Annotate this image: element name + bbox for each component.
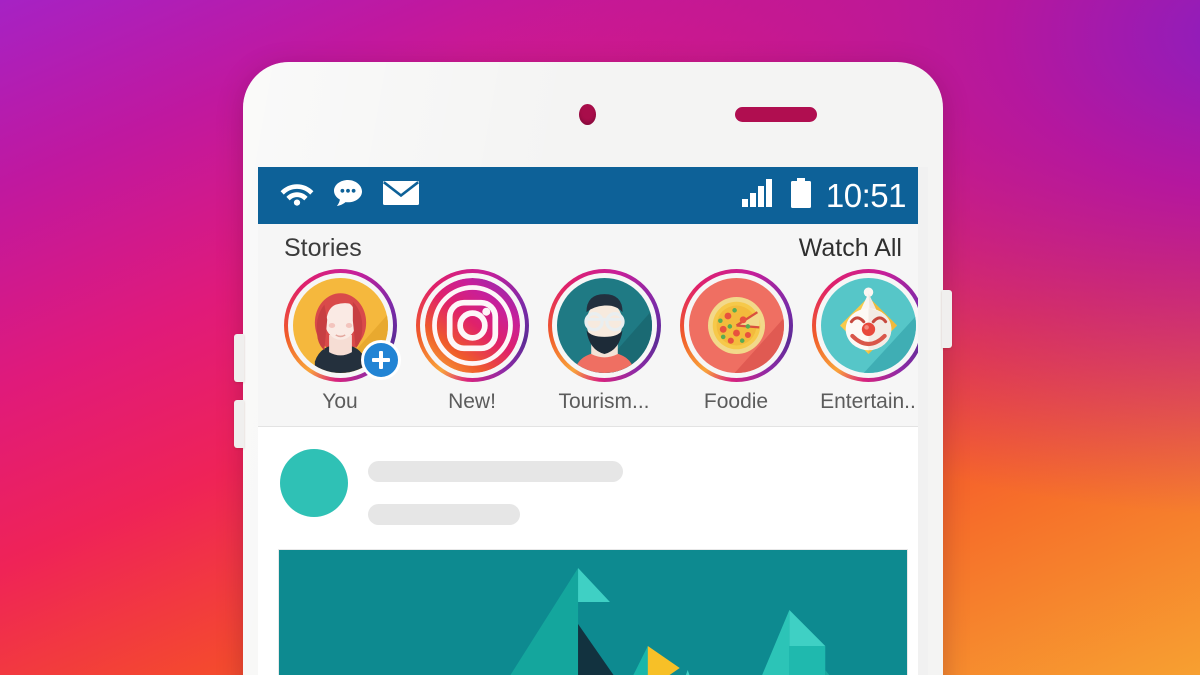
story-item-tourism[interactable]: Tourism... [540, 269, 668, 414]
phone-screen: 10:51 Stories Watch All You New! Tourism… [258, 167, 928, 675]
power-button[interactable] [942, 290, 952, 348]
earpiece-speaker [735, 107, 817, 122]
story-item-you[interactable]: You [276, 269, 404, 414]
story-item-new[interactable]: New! [408, 269, 536, 414]
placeholder-bar-secondary [368, 504, 520, 525]
front-camera-icon [579, 104, 596, 125]
add-story-button[interactable] [360, 340, 401, 380]
instagram-logo-icon [424, 278, 520, 373]
volume-down-button[interactable] [234, 400, 244, 448]
story-label: Foodie [703, 390, 769, 413]
screenshot-stage: 10:51 Stories Watch All You New! Tourism… [0, 0, 1200, 675]
volume-up-button[interactable] [234, 334, 244, 382]
story-label: Tourism... [558, 390, 650, 413]
story-avatar-wrap[interactable] [415, 269, 529, 382]
status-bar-clock: 10:51 [825, 177, 907, 214]
status-bar-right-icons: 10:51 [741, 177, 907, 214]
battery-icon [790, 178, 812, 213]
story-label: Entertain.. [820, 390, 916, 413]
stories-title: Stories [284, 234, 362, 262]
post-author-avatar[interactable] [280, 449, 348, 517]
story-avatar-wrap[interactable] [283, 269, 401, 382]
story-item-foodie[interactable]: Foodie [672, 269, 800, 414]
feed [258, 427, 928, 675]
stories-section: Stories Watch All You New! Tourism... Fo… [258, 224, 928, 427]
signal-bars-icon [741, 179, 776, 212]
clown-face-icon [820, 278, 916, 373]
story-item-entertainment[interactable]: Entertain.. [804, 269, 928, 414]
chat-bubble-icon [332, 178, 364, 213]
story-avatar-wrap[interactable] [547, 269, 661, 382]
post-header [258, 449, 928, 525]
smartphone-mockup: 10:51 Stories Watch All You New! Tourism… [234, 62, 952, 675]
status-bar-left-icons [280, 178, 420, 213]
placeholder-bar-primary [368, 461, 623, 482]
pizza-icon [688, 278, 784, 373]
watch-all-button[interactable]: Watch All [799, 234, 902, 263]
stories-header: Stories Watch All [258, 234, 928, 263]
post-image[interactable] [278, 549, 908, 675]
bearded-man-avatar [556, 278, 652, 373]
story-label: New! [448, 390, 496, 413]
status-bar: 10:51 [258, 167, 928, 224]
post-placeholder-text [368, 449, 906, 525]
screen-right-edge [918, 167, 928, 675]
wifi-icon [280, 180, 314, 211]
stories-list[interactable]: You New! Tourism... Foodie Entertain.. [258, 269, 928, 414]
story-label: You [322, 390, 358, 413]
story-avatar-wrap[interactable] [811, 269, 925, 382]
story-avatar-wrap[interactable] [679, 269, 793, 382]
envelope-icon [382, 179, 420, 212]
